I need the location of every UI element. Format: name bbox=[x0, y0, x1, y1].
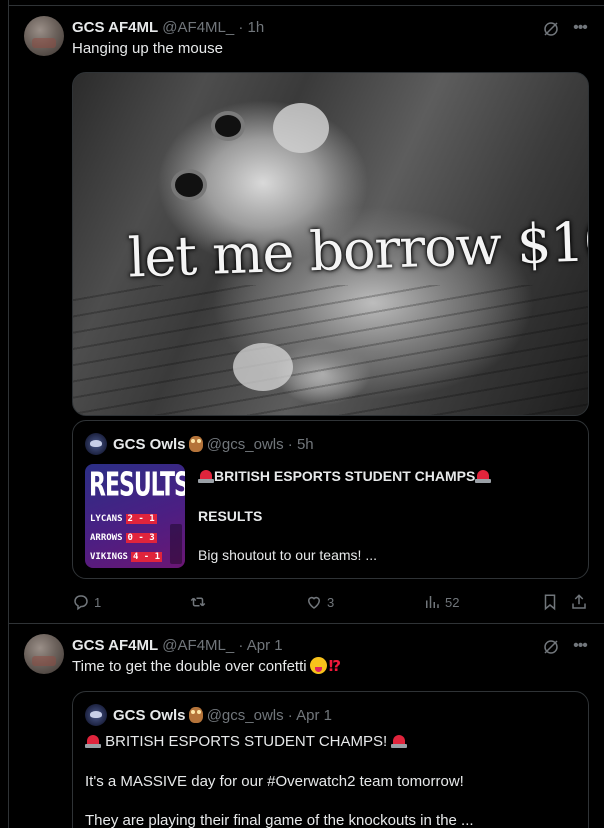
quoted-avatar[interactable] bbox=[85, 433, 107, 455]
thumbnail-row: VIKINGS 4 - 1 bbox=[90, 552, 163, 562]
interrobang-emoji: ⁉ bbox=[328, 658, 342, 675]
quoted-post[interactable]: GCS Owls @gcs_owls · Apr 1 BRITISH ESPOR… bbox=[72, 691, 589, 828]
more-dots-icon[interactable]: ••• bbox=[570, 18, 590, 38]
more-dots-icon[interactable]: ••• bbox=[570, 636, 590, 656]
siren-emoji-icon bbox=[391, 733, 408, 749]
views-bar-icon bbox=[426, 596, 439, 608]
repost-icon bbox=[190, 597, 206, 607]
owl-emoji-icon bbox=[188, 707, 203, 723]
reply-count: 1 bbox=[94, 594, 102, 610]
like-button[interactable]: 3 bbox=[305, 591, 334, 613]
quoted-handle[interactable]: @gcs_owls bbox=[207, 707, 284, 724]
quoted-time[interactable]: · 5h bbox=[288, 436, 314, 453]
quoted-line: RESULTS bbox=[198, 508, 263, 524]
grok-slash-circle-icon[interactable] bbox=[542, 638, 560, 656]
quoted-line: BRITISH ESPORTS STUDENT CHAMPS! bbox=[85, 732, 408, 752]
quoted-avatar[interactable] bbox=[85, 704, 107, 726]
image-cat-eye bbox=[215, 115, 241, 137]
quoted-post[interactable]: GCS Owls @gcs_owls · 5h RESULTS LYCANS 2 … bbox=[72, 420, 589, 579]
thumbnail-row: LYCANS 2 - 1 bbox=[90, 514, 157, 524]
post-time[interactable]: · Apr 1 bbox=[238, 637, 282, 654]
user-handle[interactable]: @AF4ML_ bbox=[162, 637, 234, 654]
quoted-display-name[interactable]: GCS Owls bbox=[113, 707, 186, 724]
reply-icon bbox=[74, 595, 88, 611]
thumbnail-row: ARROWS 0 - 3 bbox=[90, 533, 157, 543]
display-name[interactable]: GCS AF4ML bbox=[72, 19, 158, 36]
siren-emoji-icon bbox=[198, 468, 214, 484]
thumbnail-title: RESULTS bbox=[89, 467, 185, 505]
post-image[interactable]: let me borrow $10 bbox=[72, 72, 589, 416]
quoted-thumbnail[interactable]: RESULTS LYCANS 2 - 1 ARROWS 0 - 3 VIKINGS 4… bbox=[85, 464, 185, 568]
quoted-line: It's a MASSIVE day for our #Overwatch2 t… bbox=[85, 773, 464, 790]
views-button[interactable]: 52 bbox=[423, 591, 459, 613]
post[interactable]: GCS AF4ML @AF4ML_ · Apr 1 ••• Time to ge… bbox=[9, 624, 604, 828]
siren-emoji-icon bbox=[85, 733, 101, 749]
image-floor-texture bbox=[73, 285, 588, 415]
post[interactable]: GCS AF4ML @AF4ML_ · 1h ••• Hanging up th… bbox=[9, 6, 604, 623]
heart-icon bbox=[307, 596, 321, 609]
post-header: GCS AF4ML @AF4ML_ · Apr 1 bbox=[72, 636, 283, 656]
like-count: 3 bbox=[327, 594, 335, 610]
share-icon bbox=[572, 594, 586, 609]
display-name[interactable]: GCS AF4ML bbox=[72, 637, 158, 654]
quoted-line: Big shoutout to our teams! ... bbox=[198, 547, 377, 563]
image-paw bbox=[273, 103, 329, 153]
meme-caption: let me borrow $10 bbox=[127, 209, 589, 290]
quoted-display-name[interactable]: GCS Owls bbox=[113, 436, 186, 453]
quoted-line: They are playing their final game of the… bbox=[85, 812, 474, 828]
quoted-handle[interactable]: @gcs_owls bbox=[207, 436, 284, 453]
post-text: Hanging up the mouse bbox=[72, 40, 223, 57]
quoted-line: BRITISH ESPORTS STUDENT CHAMPS bbox=[198, 467, 492, 485]
quoted-post-header: GCS Owls @gcs_owls · 5h bbox=[85, 433, 314, 455]
view-count: 52 bbox=[445, 594, 460, 610]
image-paw bbox=[233, 343, 293, 391]
avatar[interactable] bbox=[24, 634, 64, 674]
quoted-post-header: GCS Owls @gcs_owls · Apr 1 bbox=[85, 704, 332, 726]
post-text: Time to get the double over confetti ⁉ bbox=[72, 657, 342, 675]
reply-button[interactable]: 1 bbox=[72, 591, 101, 613]
bookmark-icon bbox=[544, 594, 556, 611]
avatar[interactable] bbox=[24, 16, 64, 56]
image-cat-eye bbox=[175, 173, 203, 197]
share-button[interactable] bbox=[570, 591, 588, 613]
tongue-face-emoji-icon bbox=[309, 657, 327, 674]
repost-button[interactable] bbox=[189, 591, 211, 613]
thumbnail-sidebar bbox=[170, 524, 182, 564]
siren-emoji-icon bbox=[475, 468, 492, 484]
owl-emoji-icon bbox=[188, 436, 203, 452]
post-header: GCS AF4ML @AF4ML_ · 1h bbox=[72, 18, 264, 38]
grok-slash-circle-icon[interactable] bbox=[542, 20, 560, 38]
bookmark-button[interactable] bbox=[541, 591, 559, 613]
quoted-time[interactable]: · Apr 1 bbox=[288, 707, 332, 724]
user-handle[interactable]: @AF4ML_ bbox=[162, 19, 234, 36]
post-time[interactable]: · 1h bbox=[238, 19, 264, 36]
action-bar: 1 3 52 bbox=[72, 591, 597, 613]
